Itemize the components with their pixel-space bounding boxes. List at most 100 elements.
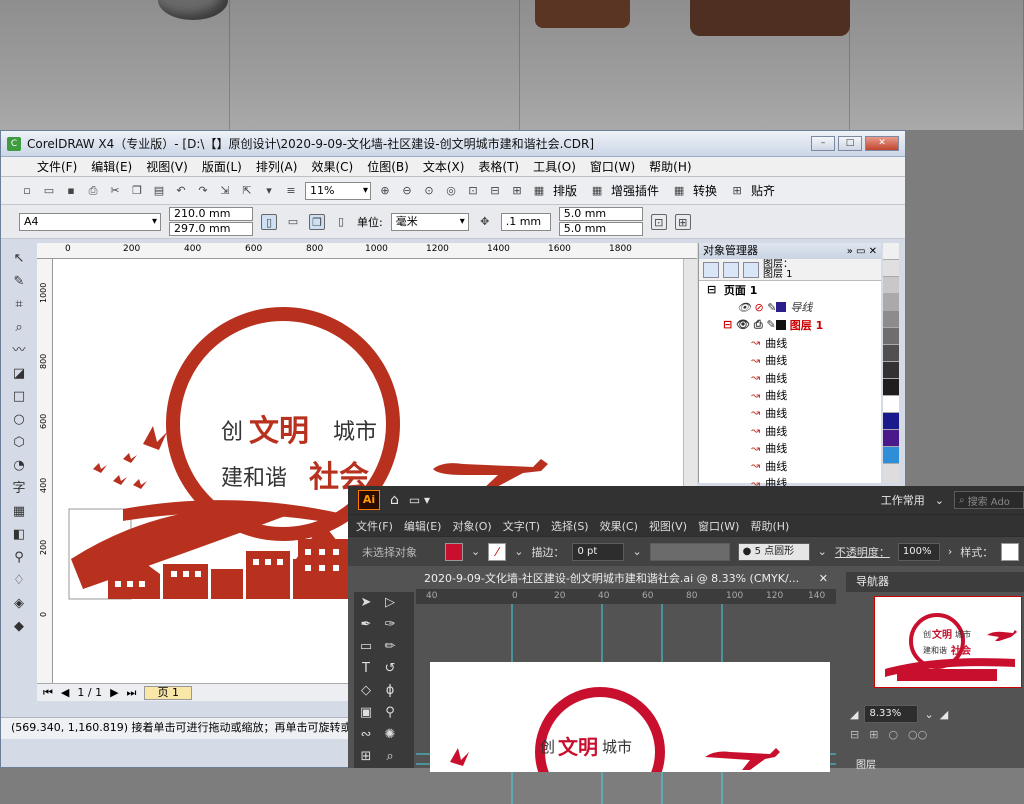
pen-tool-icon[interactable]: ✒ <box>354 614 378 636</box>
first-page-icon[interactable]: ⏮ <box>43 686 53 700</box>
menu-effects[interactable]: 效果(C) <box>311 158 353 175</box>
maximize-button[interactable]: □ <box>838 136 862 151</box>
navigator-zoom-field[interactable]: 8.33% <box>864 705 919 723</box>
palette-swatch[interactable] <box>883 396 899 413</box>
ai-menu-type[interactable]: 文字(T) <box>503 518 540 534</box>
ai-artboard[interactable]: 创 文明 城市 <box>430 662 830 772</box>
zoom-in-icon[interactable]: ◢ <box>940 708 948 721</box>
zoom-tool-icon[interactable]: ⌕ <box>378 746 402 768</box>
eraser-tool-icon[interactable]: ◇ <box>354 680 378 702</box>
tree-layer-1[interactable]: ⊟ 👁 ⎙ ✎ 图层 1 <box>699 316 881 334</box>
landscape-icon[interactable]: ▭ <box>285 214 301 230</box>
save-icon[interactable]: ▪ <box>63 183 79 199</box>
page-tab[interactable]: 页 1 <box>144 685 192 700</box>
print-disabled-icon[interactable]: ⊘ <box>754 301 763 314</box>
convert-button[interactable]: 转换 <box>693 182 717 199</box>
crop-tool-icon[interactable]: ⌗ <box>9 295 29 315</box>
tree-guides-layer[interactable]: 👁 ⊘ ✎ 导线 <box>699 299 881 317</box>
ai-menu-help[interactable]: 帮助(H) <box>750 518 789 534</box>
palette-swatch[interactable] <box>883 362 899 379</box>
layout-plugin-button[interactable]: 排版 <box>553 182 577 199</box>
chevron-down-icon[interactable]: ⌄ <box>924 708 933 721</box>
tree-curve-item[interactable]: ↝ 曲线 <box>699 439 881 457</box>
current-page-icon[interactable]: ▯ <box>333 214 349 230</box>
page-width-field[interactable]: 210.0 mm <box>169 207 253 221</box>
units-toggle-icon[interactable]: ⊡ <box>650 213 667 230</box>
brush-select[interactable]: ● 5 点圆形 <box>737 542 810 561</box>
stroke-none-swatch[interactable]: ⁄ <box>488 542 507 561</box>
panel-close-icon[interactable]: » ▭ ✕ <box>847 244 877 260</box>
new-icon[interactable]: ▫ <box>19 183 35 199</box>
artboard-tool-icon[interactable]: ⊞ <box>354 746 378 768</box>
tree-curve-item[interactable]: ↝ 曲线 <box>699 369 881 387</box>
snap-button[interactable]: 贴齐 <box>751 182 775 199</box>
shape-tool-icon[interactable]: ✎ <box>9 272 29 292</box>
close-tab-icon[interactable]: ✕ <box>819 568 828 590</box>
ai-menu-edit[interactable]: 编辑(E) <box>404 518 442 534</box>
polygon-tool-icon[interactable]: ⬡ <box>9 433 29 453</box>
chevron-down-icon[interactable]: ⌄ <box>632 545 641 558</box>
zoom-all-icon[interactable]: ◎ <box>443 183 459 199</box>
outline-tool-icon[interactable]: ♢ <box>9 571 29 591</box>
eyedropper-tool-icon[interactable]: ⚲ <box>378 702 402 724</box>
rectangle-tool-icon[interactable]: □ <box>9 387 29 407</box>
visible-icon[interactable]: 👁 <box>736 318 750 331</box>
menu-file[interactable]: 文件(F) <box>37 158 77 175</box>
palette-swatch[interactable] <box>883 430 899 447</box>
edit-icon[interactable]: ✎ <box>767 318 776 331</box>
zoom-in-icon[interactable]: ⊕ <box>377 183 393 199</box>
chevron-down-icon[interactable]: ⌄ <box>471 545 480 558</box>
zoom-page-icon[interactable]: ⊡ <box>465 183 481 199</box>
layer-manager-icon[interactable] <box>743 261 759 278</box>
freehand-tool-icon[interactable]: 〰 <box>9 341 29 361</box>
palette-swatch[interactable] <box>883 277 899 294</box>
opacity-label[interactable]: 不透明度： <box>835 544 890 560</box>
interactive-fill-icon[interactable]: ◆ <box>9 617 29 637</box>
ellipse-tool-icon[interactable]: ○ <box>9 410 29 430</box>
ai-menu-object[interactable]: 对象(O) <box>452 518 491 534</box>
text-tool-icon[interactable]: 字 <box>9 479 29 499</box>
palette-swatch[interactable] <box>883 447 899 464</box>
menu-layout[interactable]: 版面(L) <box>202 158 242 175</box>
menu-arrange[interactable]: 排列(A) <box>256 158 298 175</box>
basic-shapes-icon[interactable]: ◔ <box>9 456 29 476</box>
print-icon[interactable]: ⎙ <box>85 183 101 199</box>
color-icon[interactable]: ○○ <box>908 728 927 741</box>
zoom-out-icon[interactable]: ◢ <box>850 708 858 721</box>
visible-icon[interactable]: 👁 <box>737 301 751 314</box>
close-button[interactable]: ✕ <box>865 136 899 151</box>
palette-swatch[interactable] <box>883 328 899 345</box>
zoom-out-icon[interactable]: ⊖ <box>399 183 415 199</box>
app-launcher-icon[interactable]: ▾ <box>261 183 277 199</box>
tree-curve-item[interactable]: ↝ 曲线 <box>699 404 881 422</box>
zoom-tool-icon[interactable]: ⌕ <box>9 318 29 338</box>
prev-page-icon[interactable]: ◀ <box>61 686 69 699</box>
menu-help[interactable]: 帮助(H) <box>649 158 691 175</box>
zoom-width-icon[interactable]: ⊟ <box>487 183 503 199</box>
smart-fill-icon[interactable]: ◪ <box>9 364 29 384</box>
paper-size-select[interactable]: A4 <box>19 212 161 231</box>
palette-swatch[interactable] <box>883 243 899 260</box>
cut-icon[interactable]: ✂ <box>107 183 123 199</box>
document-tab[interactable]: 2020-9-09-文化墙-社区建设-创文明城市建和谐社会.ai @ 8.33%… <box>416 568 836 590</box>
workspace-switcher[interactable]: 工作常用 <box>881 492 925 508</box>
unit-select[interactable]: 毫米 <box>390 212 469 231</box>
last-page-icon[interactable]: ⏭ <box>127 686 137 700</box>
transform-icon[interactable]: ○ <box>888 728 898 741</box>
fill-tool-icon[interactable]: ◈ <box>9 594 29 614</box>
pick-tool-icon[interactable]: ↖ <box>9 249 29 269</box>
tree-curve-item[interactable]: ↝ 曲线 <box>699 457 881 475</box>
palette-swatch[interactable] <box>883 294 899 311</box>
gradient-tool-icon[interactable]: ▣ <box>354 702 378 724</box>
arrange-documents-icon[interactable]: ▭ ▾ <box>409 493 430 507</box>
palette-swatch[interactable] <box>883 260 899 277</box>
tree-curve-item[interactable]: ↝ 曲线 <box>699 387 881 405</box>
treat-as-filled-icon[interactable]: ⊞ <box>674 213 691 230</box>
paste-icon[interactable]: ▤ <box>151 183 167 199</box>
edit-across-layers-icon[interactable] <box>723 261 739 278</box>
variable-width-select[interactable] <box>649 542 730 561</box>
printer-icon[interactable]: ⎙ <box>754 318 763 332</box>
duplicate-y-field[interactable]: 5.0 mm <box>558 222 643 236</box>
home-icon[interactable]: ⌂ <box>390 492 399 508</box>
copy-icon[interactable]: ❐ <box>129 183 145 199</box>
